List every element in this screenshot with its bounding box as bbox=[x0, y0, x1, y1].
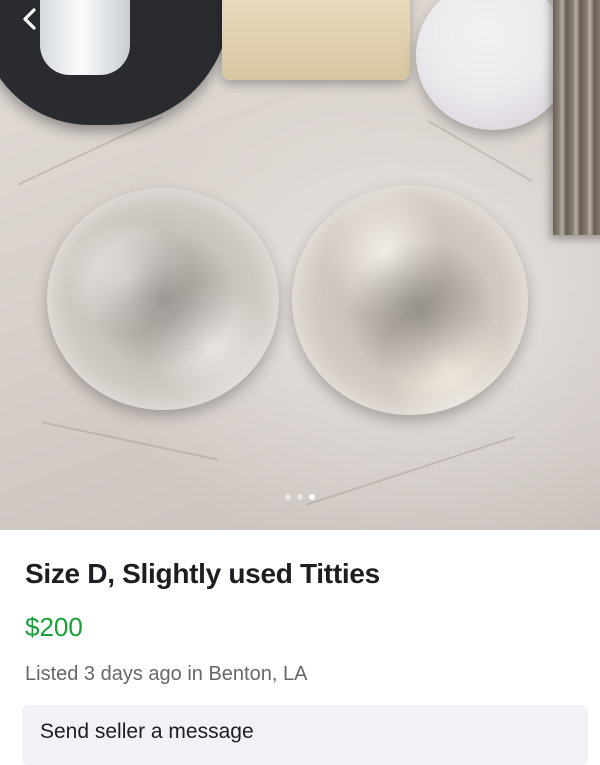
marble-vein bbox=[41, 421, 219, 461]
item-left bbox=[47, 188, 279, 410]
gold-tray bbox=[222, 0, 410, 80]
listing-details: Size D, Slightly used Titties $200 Liste… bbox=[0, 530, 600, 765]
wooden-frame bbox=[553, 0, 600, 235]
carousel-indicator bbox=[0, 494, 600, 500]
carousel-dot[interactable] bbox=[297, 494, 303, 500]
smart-speaker bbox=[416, 0, 571, 130]
bottle bbox=[40, 0, 130, 75]
carousel-dot[interactable] bbox=[285, 494, 291, 500]
send-message-field[interactable]: Send seller a message bbox=[22, 705, 588, 765]
marble-vein bbox=[427, 120, 533, 182]
listing-price: $200 bbox=[25, 612, 83, 642]
listing-photo[interactable] bbox=[0, 0, 600, 530]
send-message-label: Send seller a message bbox=[40, 720, 254, 743]
marble-vein bbox=[17, 116, 163, 186]
item-right bbox=[292, 185, 528, 415]
listing-meta: Listed 3 days ago in Benton, LA bbox=[25, 663, 308, 685]
carousel-dot-active[interactable] bbox=[309, 494, 315, 500]
listing-title: Size D, Slightly used Titties bbox=[25, 558, 380, 589]
chevron-left-icon bbox=[23, 8, 36, 30]
back-button[interactable] bbox=[14, 4, 44, 34]
